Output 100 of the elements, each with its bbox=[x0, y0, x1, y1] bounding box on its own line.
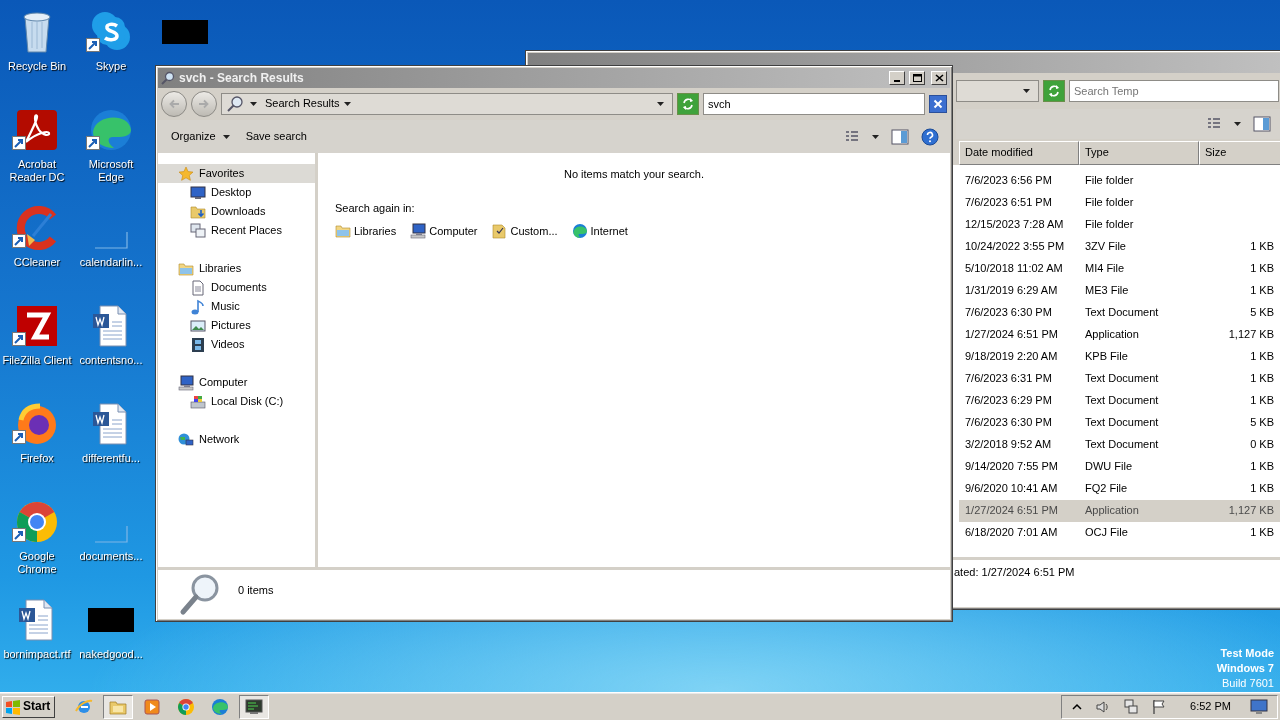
date-cell-text: 7/6/2023 6:51 PM bbox=[964, 196, 1053, 210]
nav-item[interactable]: Videos bbox=[158, 335, 315, 354]
date-cell-text: 6/18/2020 7:01 AM bbox=[964, 526, 1059, 540]
breadcrumb-menu-button[interactable] bbox=[248, 102, 259, 106]
file-row[interactable]: 5/10/2018 11:02 AM MI4 File 1 KB bbox=[959, 258, 1280, 280]
file-row[interactable]: 9/6/2020 10:41 AM FQ2 File 1 KB bbox=[959, 478, 1280, 500]
chevron-up-icon bbox=[1071, 701, 1084, 712]
date-cell-text: 7/6/2023 6:30 PM bbox=[964, 416, 1053, 430]
file-row[interactable]: 3/2/2018 9:52 AM Text Document 0 KB bbox=[959, 434, 1280, 456]
search-location-link[interactable]: Internet bbox=[571, 223, 628, 240]
toolbar-button[interactable]: Save search bbox=[240, 127, 312, 146]
column-header[interactable]: Type bbox=[1079, 141, 1199, 165]
search-field[interactable]: svch bbox=[703, 93, 925, 115]
search-location-link[interactable]: Libraries bbox=[335, 223, 397, 240]
forward-arrow-icon bbox=[198, 98, 210, 110]
disk-icon bbox=[190, 393, 206, 410]
search-location-link[interactable]: Computer bbox=[410, 223, 478, 240]
help-button[interactable] bbox=[918, 125, 942, 148]
type-cell-text: 3ZV File bbox=[1084, 240, 1127, 254]
close-icon bbox=[934, 74, 944, 82]
file-row[interactable]: 1/27/2024 6:51 PM Application 1,127 KB bbox=[959, 500, 1280, 522]
file-row[interactable]: 10/24/2022 3:55 PM 3ZV File 1 KB bbox=[959, 236, 1280, 258]
caret-icon bbox=[250, 102, 257, 106]
icon-label[interactable]: contentsno... bbox=[75, 354, 147, 367]
refresh-button[interactable] bbox=[677, 93, 699, 115]
file-row[interactable]: 9/14/2020 7:55 PM DWU File 1 KB bbox=[959, 456, 1280, 478]
preview-pane-button[interactable] bbox=[1250, 114, 1274, 134]
date-cell-text: 9/14/2020 7:55 PM bbox=[964, 460, 1059, 474]
file-row[interactable]: 7/6/2023 6:30 PM Text Document 5 KB bbox=[959, 412, 1280, 434]
icon-label[interactable]: differentfu... bbox=[75, 452, 147, 465]
file-row[interactable]: 7/6/2023 6:51 PM File folder bbox=[959, 192, 1280, 214]
type-cell-text: MI4 File bbox=[1084, 262, 1126, 276]
file-row[interactable]: 7/6/2023 6:29 PM Text Document 1 KB bbox=[959, 390, 1280, 412]
nav-item[interactable]: Favorites bbox=[158, 164, 315, 183]
refresh-icon bbox=[1047, 84, 1061, 98]
preview-pane-button[interactable] bbox=[888, 126, 912, 147]
breadcrumb-button[interactable]: Search Results bbox=[263, 97, 353, 111]
size-cell-text: 1 KB bbox=[1249, 460, 1275, 474]
maximize-button[interactable] bbox=[909, 71, 925, 85]
nav-item[interactable]: Computer bbox=[158, 373, 315, 392]
file-row[interactable]: 9/18/2019 2:20 AM KPB File 1 KB bbox=[959, 346, 1280, 368]
type-cell-text: ME3 File bbox=[1084, 284, 1130, 298]
nav-item[interactable]: Local Disk (C:) bbox=[158, 392, 315, 411]
icon-label[interactable]: Microsoft Edge bbox=[75, 158, 147, 184]
size-cell-text: 1 KB bbox=[1249, 350, 1275, 364]
menu-button[interactable]: Organize bbox=[166, 127, 235, 146]
nav-item[interactable]: Downloads bbox=[158, 202, 315, 221]
file-row[interactable]: 1/27/2024 6:51 PM Application 1,127 KB bbox=[959, 324, 1280, 346]
caret-icon bbox=[1023, 89, 1030, 93]
icon-label[interactable]: Skype bbox=[75, 60, 147, 73]
icon-label[interactable]: FileZilla Client bbox=[1, 354, 73, 367]
watermark-text: Build 7601 bbox=[1222, 676, 1274, 691]
view-menu-button[interactable] bbox=[869, 132, 882, 141]
browser-icon bbox=[211, 697, 230, 716]
file-row[interactable]: 1/31/2019 6:29 AM ME3 File 1 KB bbox=[959, 280, 1280, 302]
nav-item[interactable]: Pictures bbox=[158, 316, 315, 335]
file-row[interactable]: 7/6/2023 6:56 PM File folder bbox=[959, 170, 1280, 192]
column-header[interactable]: Date modified bbox=[959, 141, 1079, 165]
nav-item[interactable]: Desktop bbox=[158, 183, 315, 202]
watermark-text: Test Mode bbox=[1220, 646, 1274, 661]
picture-icon bbox=[190, 317, 206, 334]
clock[interactable]: 6:52 PM bbox=[1190, 699, 1231, 714]
nav-item[interactable]: Libraries bbox=[158, 259, 315, 278]
minimize-button[interactable] bbox=[889, 71, 905, 85]
icon-label[interactable]: Acrobat Reader DC bbox=[1, 158, 73, 184]
file-row[interactable]: 6/18/2020 7:01 AM OCJ File 1 KB bbox=[959, 522, 1280, 544]
browser-icon bbox=[571, 223, 588, 240]
nav-item[interactable]: Network bbox=[158, 430, 315, 449]
watermark-text: Windows 7 bbox=[1216, 661, 1274, 676]
type-cell-text: File folder bbox=[1084, 196, 1135, 210]
date-cell-text: 1/27/2024 6:51 PM bbox=[964, 328, 1059, 342]
nav-item[interactable]: Documents bbox=[158, 278, 315, 297]
clear-search-button[interactable] bbox=[929, 95, 947, 113]
refresh-button[interactable] bbox=[1043, 80, 1065, 102]
file-row[interactable]: 12/15/2023 7:28 AM File folder bbox=[959, 214, 1280, 236]
nav-item[interactable]: Recent Places bbox=[158, 221, 315, 240]
item-count: 0 items bbox=[238, 584, 274, 598]
address-bar[interactable]: Search Results bbox=[221, 93, 673, 115]
date-cell-text: 7/6/2023 6:29 PM bbox=[964, 394, 1053, 408]
file-row[interactable]: 7/6/2023 6:30 PM Text Document 5 KB bbox=[959, 302, 1280, 324]
nav-item[interactable]: Music bbox=[158, 297, 315, 316]
size-cell-text: 1 KB bbox=[1249, 526, 1275, 540]
icon-label[interactable]: calendarlin... bbox=[75, 256, 147, 269]
start-button[interactable]: Start bbox=[2, 695, 56, 718]
file-row[interactable]: 7/6/2023 6:31 PM Text Document 1 KB bbox=[959, 368, 1280, 390]
close-button[interactable] bbox=[931, 71, 947, 85]
monitor-icon bbox=[190, 184, 206, 201]
size-cell-text: 1 KB bbox=[1249, 240, 1275, 254]
caret-icon bbox=[343, 102, 351, 106]
show-desktop-button[interactable] bbox=[1247, 696, 1271, 717]
icon-label[interactable]: CCleaner bbox=[1, 256, 73, 269]
window-title: svch - Search Results bbox=[179, 70, 304, 86]
date-cell-text: 3/2/2018 9:52 AM bbox=[964, 438, 1053, 452]
icon-label[interactable]: Firefox bbox=[1, 452, 73, 465]
icon-label[interactable]: Recycle Bin bbox=[1, 60, 73, 73]
column-header[interactable]: Size bbox=[1199, 141, 1280, 165]
search-location-link[interactable]: Custom... bbox=[491, 223, 558, 240]
view-menu-button[interactable] bbox=[1231, 120, 1244, 128]
taskbar-button[interactable] bbox=[239, 694, 270, 719]
search-field[interactable]: Search Temp bbox=[1069, 80, 1279, 102]
